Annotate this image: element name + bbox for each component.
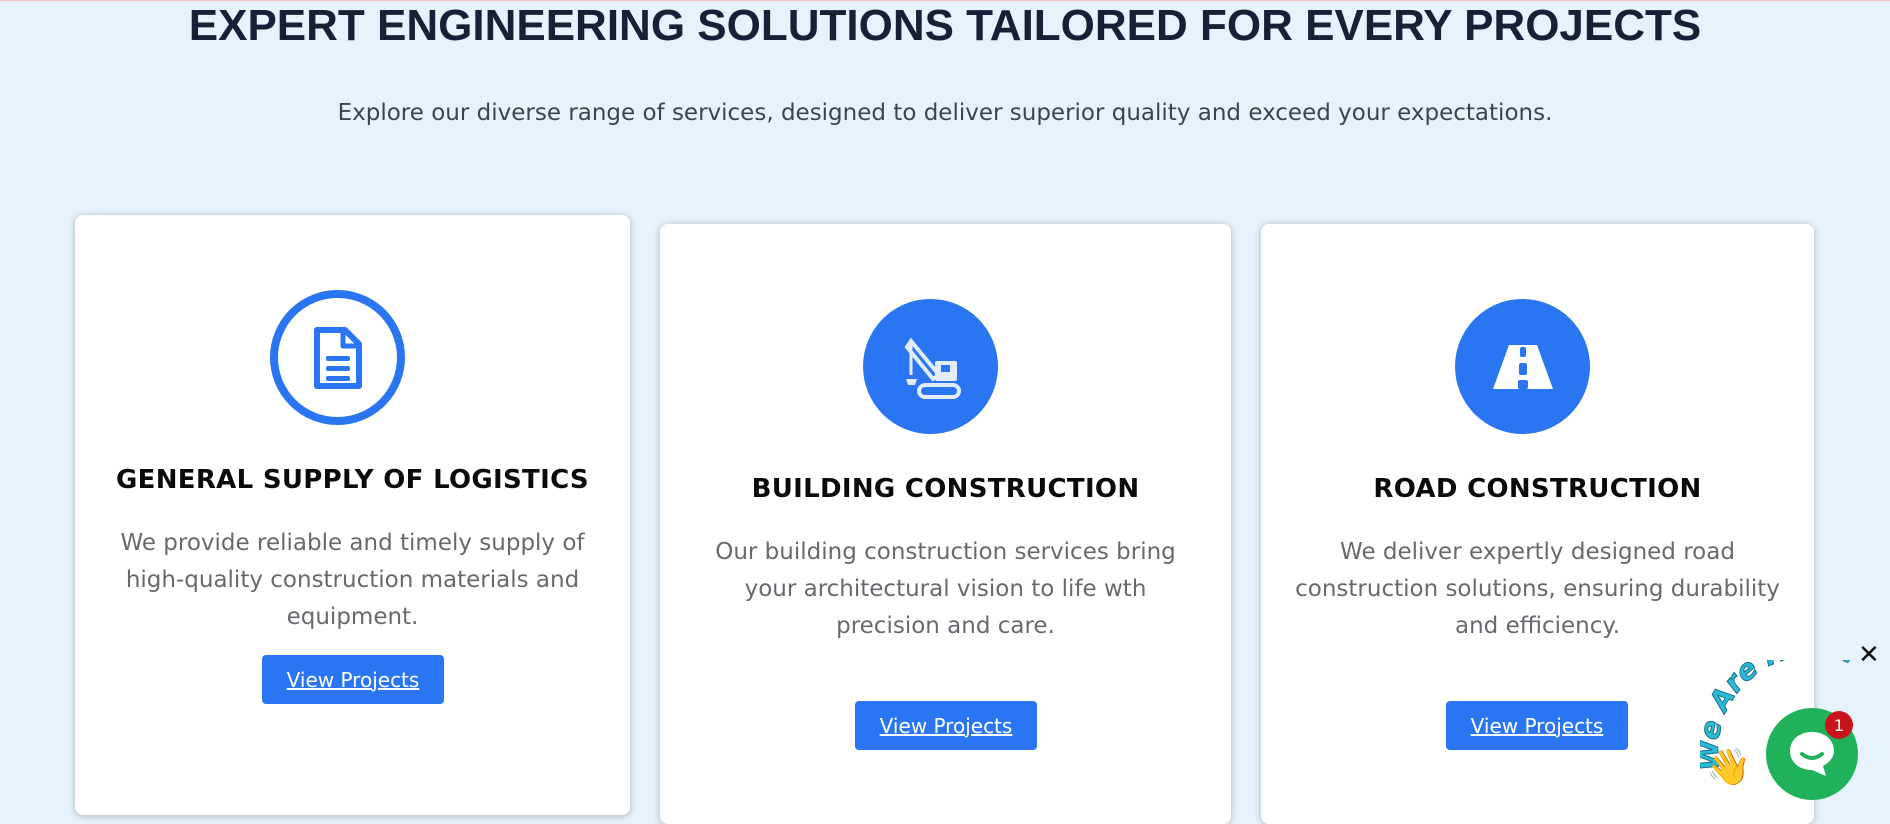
document-icon xyxy=(270,290,405,425)
service-description: We provide reliable and timely supply of… xyxy=(120,530,585,630)
service-title: GENERAL SUPPLY OF LOGISTICS xyxy=(116,465,589,495)
service-card-building: BUILDING CONSTRUCTION Our building const… xyxy=(660,224,1231,824)
section-title: EXPERT ENGINEERING SOLUTIONS TAILORED FO… xyxy=(188,1,1702,50)
service-description: Our building construction services bring… xyxy=(715,539,1176,639)
view-projects-button[interactable]: View Projects xyxy=(1446,701,1628,750)
service-title: BUILDING CONSTRUCTION xyxy=(751,474,1140,504)
view-projects-button[interactable]: View Projects xyxy=(855,701,1037,750)
notification-badge: 1 xyxy=(1825,711,1853,739)
waving-hand-icon: 👋 xyxy=(1706,747,1751,788)
crane-icon xyxy=(863,299,998,434)
view-projects-button[interactable]: View Projects xyxy=(262,655,444,704)
service-description: We deliver expertly designed road constr… xyxy=(1295,539,1780,639)
road-icon xyxy=(1455,299,1590,434)
service-title: ROAD CONSTRUCTION xyxy=(1373,474,1702,504)
service-card-logistics: GENERAL SUPPLY OF LOGISTICS We provide r… xyxy=(75,215,630,815)
section-subtitle: Explore our diverse range of services, d… xyxy=(337,100,1553,126)
